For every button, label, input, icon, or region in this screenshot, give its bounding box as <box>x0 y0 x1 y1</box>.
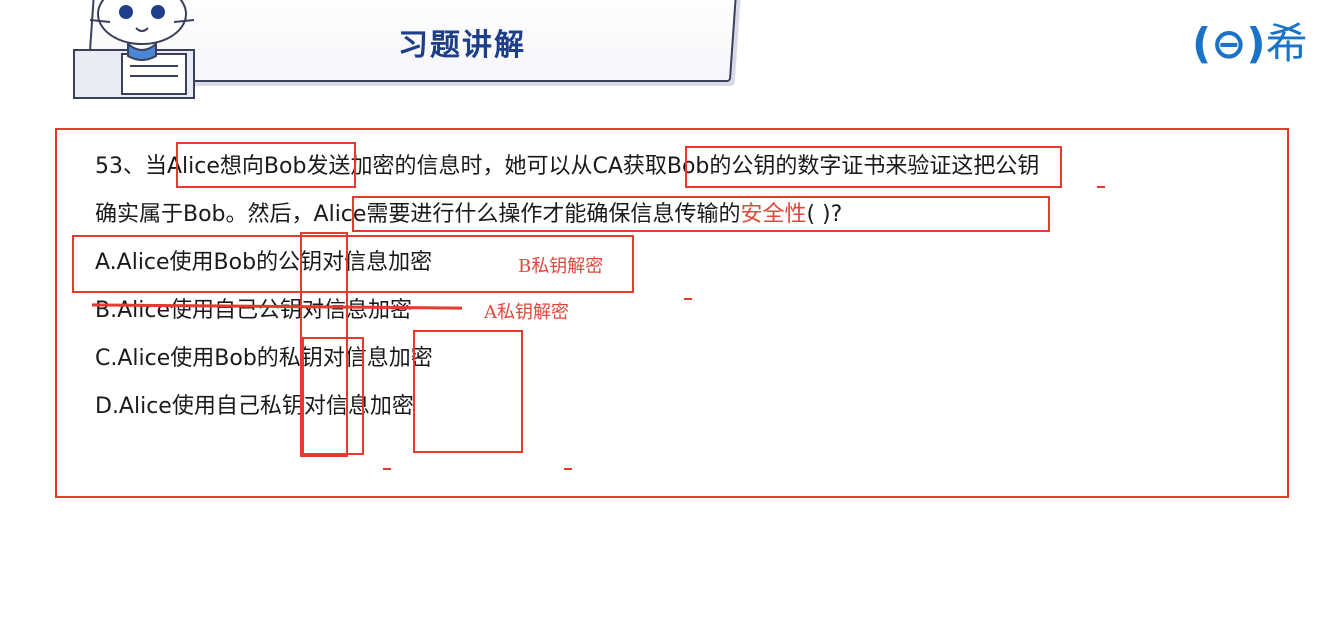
cat-mascot-icon <box>73 0 195 99</box>
option-d: D.Alice使用自己私钥对信息加密 <box>95 392 414 422</box>
question-number: 53、当 <box>95 154 167 179</box>
highlight-box-option-a <box>72 235 634 293</box>
dash-mark-4 <box>564 468 572 470</box>
highlight-box-key-col-2 <box>302 337 364 455</box>
page-title: 习题讲解 <box>398 28 526 63</box>
brand-e-icon: (⊖) <box>1192 19 1266 68</box>
dash-mark-1 <box>1097 186 1105 188</box>
annotation-option-b: A私钥解密 <box>484 302 569 323</box>
option-c: C.Alice使用Bob的私钥对信息加密 <box>95 344 433 374</box>
question-line-2-pre: 确实属于Bob。然后， <box>95 202 314 227</box>
highlight-box-ca-cert <box>685 146 1062 188</box>
highlight-box-question <box>352 196 1050 232</box>
highlight-box-info-col <box>413 330 523 453</box>
option-c-text: C.Alice使用Bob的私钥对信息加密 <box>95 346 433 371</box>
option-b: B.Alice使用自己公钥对信息加密 <box>95 296 412 326</box>
dash-mark-3 <box>383 468 391 470</box>
option-d-text: D.Alice使用自己私钥对信息加密 <box>95 394 414 419</box>
brand-text: 希 <box>1265 19 1308 68</box>
highlight-box-alice-bob <box>176 142 356 188</box>
dash-mark-2 <box>684 298 692 300</box>
option-b-text: B.Alice使用自己公钥对信息加密 <box>95 298 412 323</box>
brand-logo: (⊖)希 <box>1192 10 1308 71</box>
